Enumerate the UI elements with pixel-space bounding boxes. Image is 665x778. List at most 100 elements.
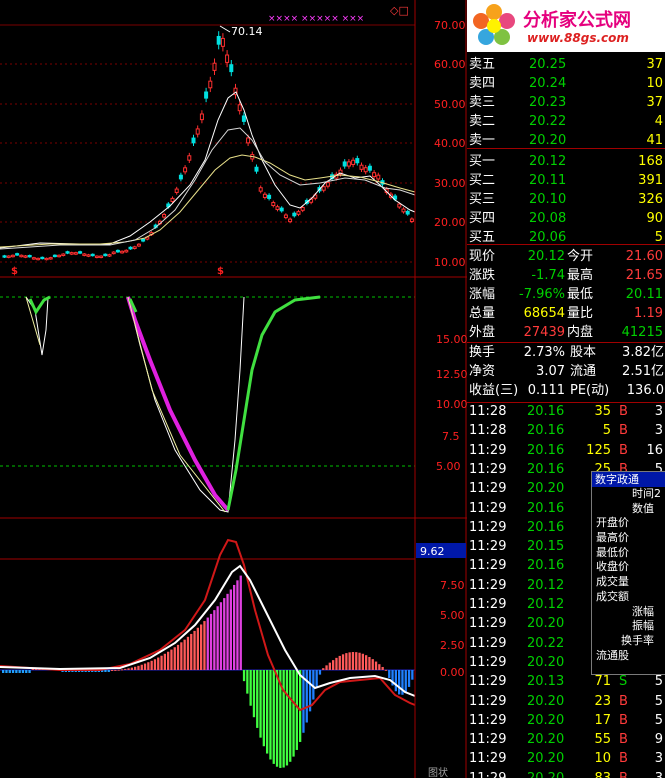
order-book-row[interactable]: 卖四 20.24 10: [467, 74, 665, 93]
macd-bar: [398, 670, 401, 695]
macd-bar: [332, 660, 335, 670]
popup-item-label: 数值: [632, 501, 654, 515]
macd-bar: [335, 657, 338, 670]
tick-time: 11:29: [469, 442, 507, 458]
macd-bar: [328, 662, 331, 670]
tick-row[interactable]: 11:29 20.20 17 B 5: [467, 712, 663, 730]
tick-row[interactable]: 11:28 20.16 35 B 3: [467, 403, 663, 421]
tick-row[interactable]: 11:29 20.20 83 B3: [467, 770, 663, 778]
order-level-label: 卖四: [469, 76, 496, 91]
order-book-row[interactable]: 卖五 20.25 37: [467, 55, 665, 74]
candle-body: [409, 218, 414, 222]
fundamental-value: 3.82亿: [622, 345, 664, 360]
tick-count: 3: [654, 751, 663, 767]
candle-body: [183, 167, 188, 173]
axis-label: 70.00: [434, 19, 466, 32]
oscillator-line-yellow: [25, 296, 226, 513]
tick-time: 11:29: [469, 751, 507, 767]
order-level-label: 卖五: [469, 57, 496, 72]
macd-bar: [124, 668, 127, 670]
axis-label: 12.50: [436, 368, 467, 381]
macd-bar: [368, 656, 371, 670]
order-volume: 4: [654, 114, 663, 129]
tick-side: B: [619, 751, 628, 767]
axis-label: 40.00: [434, 137, 466, 150]
tick-time: 11:29: [469, 558, 507, 574]
macd-bar: [167, 651, 170, 670]
tick-row[interactable]: 11:29 20.13 71 S 5: [467, 673, 663, 691]
site-logo[interactable]: 分析家公式网 www.88gs.com: [467, 0, 665, 52]
tick-count: 16: [646, 442, 663, 458]
macd-bar: [11, 670, 15, 673]
tick-volume: 55: [594, 732, 611, 748]
tick-count: 3: [635, 770, 663, 778]
tick-time: 11:29: [469, 616, 507, 632]
order-book-row[interactable]: 买三 20.10 326: [467, 190, 665, 209]
macd-bar: [269, 670, 272, 760]
tick-row[interactable]: 11:29 20.16 125 B 16: [467, 442, 663, 460]
tick-count: 5: [654, 712, 663, 728]
order-book-row[interactable]: 买五 20.06 5: [467, 228, 665, 247]
macd-bar: [322, 668, 325, 670]
order-price: 20.25: [529, 57, 567, 72]
macd-bar: [147, 662, 150, 670]
fundamental-label: 流通: [570, 364, 597, 379]
candle-body: [405, 210, 410, 215]
tick-volume: 23: [594, 693, 611, 709]
macd-bar: [213, 610, 216, 670]
popup-item: 最高价: [592, 531, 665, 546]
candle-body: [275, 206, 280, 211]
macd-bar: [28, 670, 31, 673]
moving-average-slow: [0, 154, 416, 248]
macd-bar: [200, 624, 203, 670]
candle-body: [15, 253, 20, 256]
order-price: 20.12: [529, 154, 567, 169]
tick-row[interactable]: 11:28 20.16 5 B 3: [467, 422, 663, 440]
tick-time: 11:29: [469, 635, 507, 651]
tick-volume: 35: [594, 404, 611, 419]
order-book-divider: [467, 148, 665, 149]
tick-side: B: [619, 732, 628, 748]
oscillator-line-magenta: [126, 296, 230, 512]
price-axis: 70.00 60.00 50.00 40.00 30.00 20.00 10.0…: [434, 19, 466, 269]
macd-bar: [272, 670, 275, 764]
order-book-row[interactable]: 卖三 20.23 37: [467, 93, 665, 112]
order-level-label: 买五: [469, 230, 496, 245]
macd-bar: [262, 670, 265, 747]
candle-body: [141, 238, 146, 242]
tick-price: 20.20: [527, 693, 565, 709]
fundamentals-panel: 换手 2.73% 股本 3.82亿 净资 3.07 流通 2.51亿 收益(三) 0.111 PE(…: [467, 343, 665, 403]
tick-row[interactable]: 11:29 20.20 55 B 9: [467, 731, 663, 749]
order-book-row[interactable]: 买四 20.08 90: [467, 209, 665, 228]
order-book-row[interactable]: 卖二 20.22 4: [467, 112, 665, 131]
macd-bar: [2, 670, 5, 673]
tick-volume: 5: [602, 423, 611, 439]
popup-item-label: 成交额: [596, 589, 629, 603]
tick-side: B: [619, 770, 628, 778]
macd-bar: [394, 670, 397, 692]
macd-bar: [384, 669, 388, 671]
macd-histogram: [2, 575, 414, 768]
tick-price: 20.20: [527, 481, 565, 497]
order-book-row[interactable]: 买一 20.12 168: [467, 152, 665, 171]
candle-body: [78, 251, 83, 254]
candle-body: [191, 137, 196, 144]
tick-row[interactable]: 11:29 20.20 10 B 3: [467, 750, 663, 768]
quote-label: 涨跌: [469, 268, 496, 283]
macd-bar: [259, 670, 262, 738]
chart-area[interactable]: 70.14 ×××× ××××× ××× ◇□ $ $ 70.00 60.00 …: [0, 0, 467, 778]
macd-bar: [21, 670, 25, 673]
order-price: 20.23: [529, 95, 567, 110]
tick-row[interactable]: 11:29 20.20 23 B 5: [467, 693, 663, 711]
macd-bar: [266, 670, 269, 754]
tick-side: B: [619, 693, 628, 709]
data-popup[interactable]: 数字政通 时间2 数值 开盘价 最高价 最低价 收盘价 成交量 成交额 涨幅 振幅 换手率 流通股: [591, 471, 665, 675]
order-price: 20.24: [529, 76, 567, 91]
order-book-row[interactable]: 买二 20.11 391: [467, 171, 665, 190]
corner-icons[interactable]: ◇□: [390, 4, 409, 17]
fundamental-label: 换手: [469, 345, 496, 360]
macd-value: 9.62: [420, 545, 445, 558]
order-level-label: 买二: [469, 173, 496, 188]
macd-bar: [8, 670, 11, 673]
tick-time: 11:29: [469, 597, 507, 612]
